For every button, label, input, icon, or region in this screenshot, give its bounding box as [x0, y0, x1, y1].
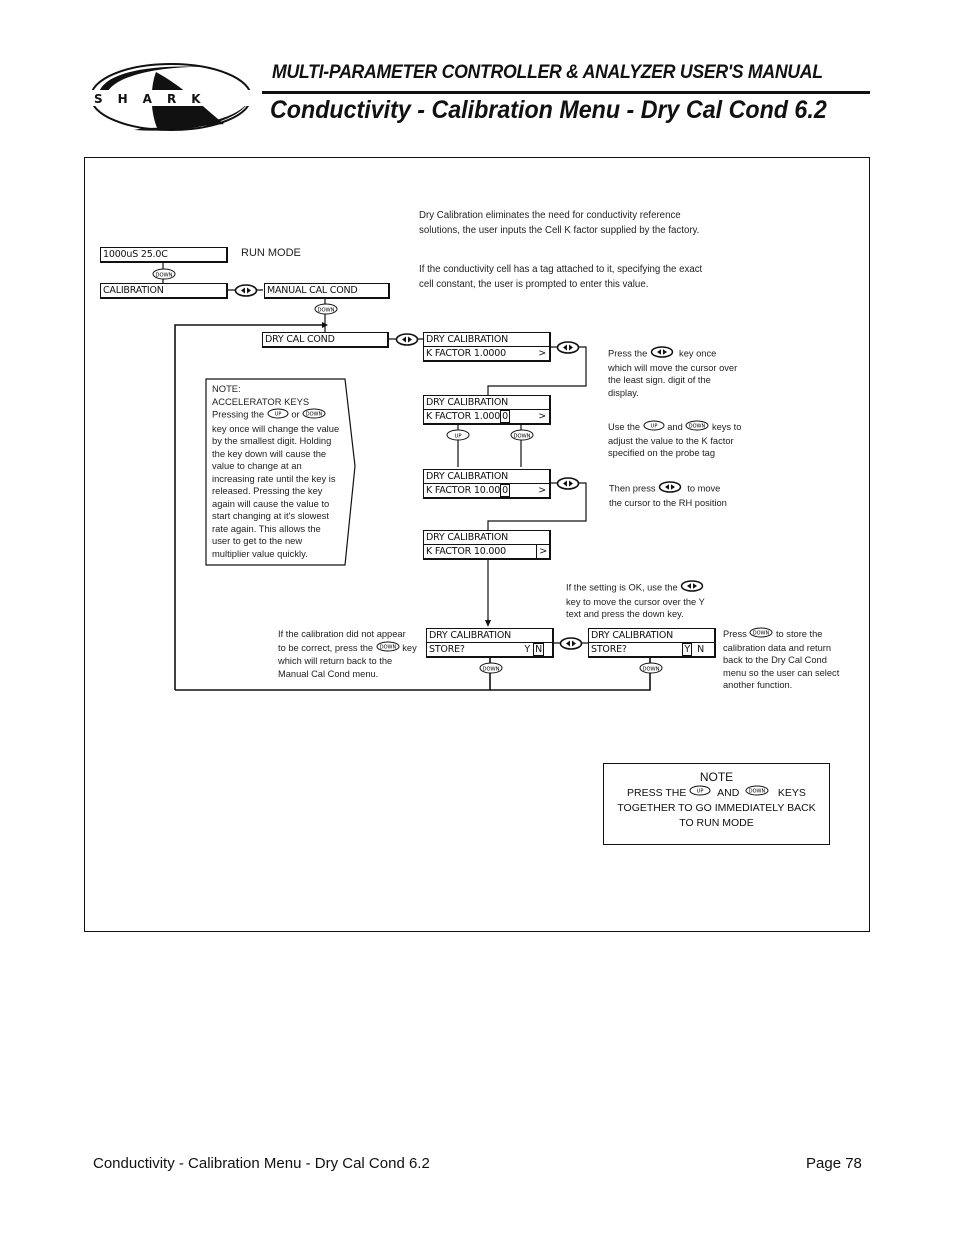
- dry-cal-cond-display: DRY CAL COND: [265, 334, 335, 345]
- screen-line-1: DRY CALIBRATION: [426, 397, 509, 408]
- k-factor-screen-3: DRY CALIBRATION K FACTOR 10.00 0 >: [423, 469, 551, 499]
- down-key-icon: DOWN: [302, 408, 326, 423]
- svg-text:DOWN: DOWN: [379, 644, 396, 650]
- left-right-key-icon: [559, 637, 583, 655]
- left-right-key-icon: [234, 284, 258, 302]
- svg-text:DOWN: DOWN: [317, 307, 334, 313]
- note-title: NOTE:: [212, 383, 241, 394]
- screen-line-1: DRY CALIBRATION: [426, 334, 509, 345]
- intro-paragraph-1: Dry Calibration eliminates the need for …: [419, 210, 700, 236]
- footer-title: Conductivity - Calibration Menu - Dry Ca…: [93, 1155, 430, 1172]
- then-press-note: Then press to move the cursor to the RH …: [609, 481, 759, 509]
- screen-line-1: DRY CALIBRATION: [426, 471, 509, 482]
- screen-line-2: STORE? Y N: [427, 642, 552, 656]
- k-factor-screen-1: DRY CALIBRATION K FACTOR 1.0000 >: [423, 332, 551, 362]
- calibration-screen: CALIBRATION: [100, 283, 228, 299]
- svg-text:DOWN: DOWN: [689, 424, 706, 430]
- run-mode-display: 1000uS 25.0C: [103, 249, 168, 260]
- use-keys-note: Use the UP and DOWN keys to adjust the v…: [608, 420, 742, 459]
- down-key-icon: DOWN: [749, 627, 773, 642]
- cursor-n: N: [533, 643, 544, 656]
- left-right-key-icon: [650, 346, 674, 362]
- run-mode-note-body: TOGETHER TO GO IMMEDIATELY BACK TO RUN M…: [617, 802, 816, 829]
- svg-text:DOWN: DOWN: [753, 631, 770, 637]
- left-right-key-icon: [556, 477, 580, 495]
- note-body: Pressing the UP or DOWN key once will ch…: [212, 408, 340, 559]
- screen-line-1: DRY CALIBRATION: [426, 532, 509, 543]
- svg-text:UP: UP: [650, 424, 657, 430]
- left-right-key-icon: [658, 481, 682, 497]
- up-key-icon: UP: [643, 420, 665, 435]
- left-right-key-icon: [556, 341, 580, 359]
- screen-line-2: K FACTOR 10.000>: [424, 483, 549, 497]
- run-mode-note-title: NOTE: [699, 770, 734, 784]
- up-key-icon: UP: [446, 428, 470, 446]
- screen-line-1: DRY CALIBRATION: [429, 630, 512, 641]
- svg-text:DOWN: DOWN: [482, 666, 499, 672]
- svg-text:DOWN: DOWN: [513, 433, 530, 439]
- manual-cal-cond-screen: MANUAL CAL COND: [264, 283, 390, 299]
- down-key-icon: DOWN: [685, 420, 709, 435]
- down-key-icon: DOWN: [376, 641, 400, 656]
- svg-text:UP: UP: [697, 789, 704, 795]
- left-right-key-icon: [395, 333, 419, 351]
- dry-cal-cond-screen: DRY CAL COND: [262, 332, 389, 348]
- screen-line-1: DRY CALIBRATION: [591, 630, 674, 641]
- down-key-icon: DOWN: [314, 302, 338, 320]
- run-mode-label: RUN MODE: [241, 247, 301, 259]
- note-subtitle: ACCELERATOR KEYS: [212, 395, 310, 407]
- cursor-digit: 0: [500, 484, 510, 497]
- svg-text:DOWN: DOWN: [749, 789, 766, 795]
- flow-connectors: [162, 262, 651, 691]
- screen-line-2: STORE? Y N: [589, 642, 714, 656]
- accelerator-note: NOTE: ACCELERATOR KEYS Pressing the UP o…: [206, 379, 346, 565]
- svg-text:DOWN: DOWN: [306, 412, 323, 418]
- run-mode-note: NOTE PRESS THE UP AND DOWN KEYS TOGETHER…: [603, 763, 830, 845]
- run-mode-note-line1: PRESS THE UP AND DOWN KEYS: [604, 785, 829, 801]
- store-screen-y-selected: DRY CALIBRATION STORE? Y N: [588, 628, 716, 658]
- svg-text:DOWN: DOWN: [642, 666, 659, 672]
- down-key-icon: DOWN: [510, 428, 534, 446]
- page-number: Page 78: [806, 1155, 862, 1172]
- manual-cal-cond-display: MANUAL CAL COND: [267, 285, 358, 296]
- up-key-icon: UP: [689, 785, 711, 801]
- run-mode-screen: 1000uS 25.0C: [100, 247, 228, 263]
- down-key-icon: DOWN: [745, 785, 769, 801]
- k-factor-screen-2: DRY CALIBRATION K FACTOR 1.000 0 >: [423, 395, 551, 425]
- screen-line-2: K FACTOR 1.0000>: [424, 346, 549, 360]
- screen-line-2: K FACTOR 10.000>: [424, 544, 549, 558]
- intro-paragraph-2: If the conductivity cell has a tag attac…: [419, 264, 703, 290]
- calibration-display: CALIBRATION: [103, 285, 164, 296]
- cursor-arrow: >: [536, 545, 549, 558]
- press-once-note: Press the key once which will move the c…: [608, 346, 738, 399]
- down-key-icon: DOWN: [479, 661, 503, 679]
- not-correct-note: If the calibration did not appear to be …: [278, 629, 417, 679]
- setting-ok-note: If the setting is OK, use the key to mov…: [566, 580, 716, 621]
- store-screen-n-selected: DRY CALIBRATION STORE? Y N: [426, 628, 554, 658]
- down-key-icon: DOWN: [639, 661, 663, 679]
- svg-text:DOWN: DOWN: [155, 272, 172, 278]
- cursor-digit: 0: [500, 410, 510, 423]
- store-note: Press DOWN to store the calibration data…: [723, 627, 840, 691]
- cursor-y: Y: [682, 643, 692, 656]
- svg-text:UP: UP: [274, 412, 281, 418]
- left-right-key-icon: [680, 580, 704, 596]
- up-key-icon: UP: [267, 408, 289, 423]
- svg-text:UP: UP: [455, 433, 462, 439]
- k-factor-screen-4: DRY CALIBRATION K FACTOR 10.000 >: [423, 530, 551, 560]
- screen-line-2: K FACTOR 1.0000>: [424, 409, 549, 423]
